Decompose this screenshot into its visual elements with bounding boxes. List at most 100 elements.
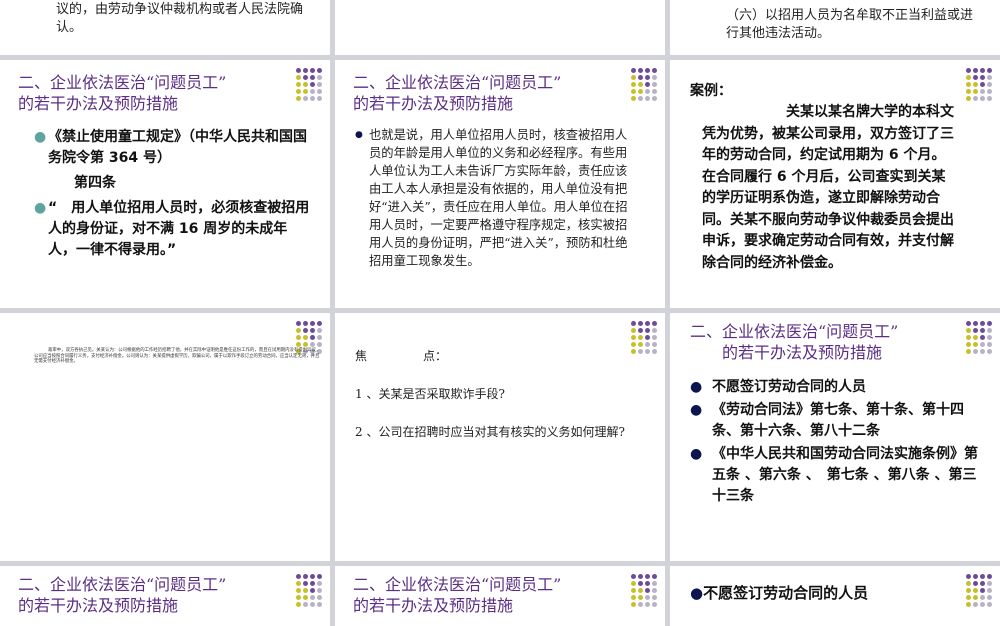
dot bbox=[310, 602, 315, 607]
dot bbox=[973, 75, 978, 80]
dot bbox=[980, 68, 985, 73]
dot bbox=[296, 574, 301, 579]
dot bbox=[310, 595, 315, 600]
dot bbox=[317, 82, 322, 87]
dot bbox=[310, 96, 315, 101]
dot-grid-icon bbox=[631, 68, 661, 101]
dot bbox=[303, 335, 308, 340]
slide-title: 二、企业依法医治“问题员工” 的若干办法及预防措施 bbox=[690, 322, 899, 362]
dot bbox=[652, 321, 657, 326]
dot bbox=[980, 602, 985, 607]
dot bbox=[317, 75, 322, 80]
dot bbox=[631, 349, 636, 354]
dot-grid-icon bbox=[966, 321, 996, 354]
dot bbox=[631, 574, 636, 579]
dot bbox=[652, 349, 657, 354]
list-item: ●不愿签订劳动合同的人员 bbox=[690, 377, 982, 398]
dot bbox=[987, 595, 992, 600]
dot bbox=[645, 588, 650, 593]
dot bbox=[317, 574, 322, 579]
dot bbox=[303, 96, 308, 101]
dot bbox=[303, 574, 308, 579]
slide-top-right: （六）以招用人员为名牟取不正当利益或进行其他违法活动。 bbox=[670, 0, 1000, 55]
dot bbox=[310, 75, 315, 80]
dot bbox=[652, 595, 657, 600]
round-bullet-icon: ● bbox=[690, 379, 703, 395]
slide-case: 案例： 关某以某名牌大学的本科文凭为优势，被某公司录用，双方签订了三年的劳动合同… bbox=[670, 60, 1000, 308]
list-item: 第四条 bbox=[74, 175, 116, 191]
dot bbox=[966, 588, 971, 593]
slide-bottom-left: 二、企业依法医治“问题员工” 的若干办法及预防措施 bbox=[0, 566, 330, 626]
dot bbox=[980, 595, 985, 600]
focus-label: 焦点： bbox=[355, 349, 448, 363]
dot bbox=[645, 574, 650, 579]
bullet-list: ● 《禁止使用童工规定》（中华人民共和国国务院令第 364 号） 第四条 ● “ 用… bbox=[34, 127, 314, 261]
dot bbox=[973, 581, 978, 586]
dot bbox=[296, 335, 301, 340]
dot bbox=[980, 89, 985, 94]
dot bbox=[966, 68, 971, 73]
dot bbox=[645, 328, 650, 333]
dot-grid-icon bbox=[631, 321, 661, 354]
dot bbox=[296, 328, 301, 333]
slide-top-middle bbox=[335, 0, 665, 55]
dot bbox=[638, 602, 643, 607]
dot bbox=[966, 349, 971, 354]
dot bbox=[296, 82, 301, 87]
dot bbox=[317, 342, 322, 347]
dot bbox=[310, 588, 315, 593]
dot bbox=[638, 321, 643, 326]
dot bbox=[987, 328, 992, 333]
dot bbox=[317, 602, 322, 607]
dot bbox=[966, 75, 971, 80]
dot bbox=[310, 335, 315, 340]
dot bbox=[987, 588, 992, 593]
dot bbox=[987, 96, 992, 101]
slide-title: 二、企业依法医治“问题员工” 的若干办法及预防措施 bbox=[18, 575, 227, 615]
round-bullet-icon: ● bbox=[34, 129, 47, 145]
list-item: ● 《禁止使用童工规定》（中华人民共和国国务院令第 364 号） bbox=[34, 129, 307, 166]
dot-grid-icon bbox=[966, 68, 996, 101]
dot bbox=[296, 75, 301, 80]
dot bbox=[652, 335, 657, 340]
dot bbox=[303, 602, 308, 607]
dot bbox=[631, 602, 636, 607]
slide-dispute-detail: 裁审中，双方各执己见。关某认为：公司根据他的工作经历招聘了他，并在实际中证明他是… bbox=[0, 313, 330, 561]
dot bbox=[645, 82, 650, 87]
dot bbox=[317, 581, 322, 586]
dot bbox=[303, 82, 308, 87]
dot bbox=[631, 335, 636, 340]
dot-grid-icon bbox=[966, 574, 996, 607]
dot bbox=[310, 328, 315, 333]
dot bbox=[638, 75, 643, 80]
dot bbox=[987, 89, 992, 94]
dot bbox=[303, 342, 308, 347]
dot bbox=[310, 342, 315, 347]
dot bbox=[987, 342, 992, 347]
dot bbox=[973, 595, 978, 600]
question-2: 2 、公司在招聘时应当对其有核实的义务如何理解? bbox=[355, 425, 625, 439]
dot bbox=[966, 96, 971, 101]
dot bbox=[980, 328, 985, 333]
dot bbox=[973, 588, 978, 593]
dot bbox=[973, 349, 978, 354]
dot bbox=[317, 96, 322, 101]
dot bbox=[645, 335, 650, 340]
dot bbox=[296, 89, 301, 94]
slide-bottom-right: ●不愿签订劳动合同的人员 bbox=[670, 566, 1000, 626]
dot bbox=[317, 68, 322, 73]
dot bbox=[966, 321, 971, 326]
dot bbox=[980, 335, 985, 340]
dot bbox=[980, 581, 985, 586]
list-item: ● 《中华人民共和国劳动合同法实施条例》第五条 、第六条 、 第七条 、第八条 、… bbox=[690, 446, 978, 504]
dot bbox=[652, 96, 657, 101]
dot bbox=[980, 96, 985, 101]
slide-bottom-middle: 二、企业依法医治“问题员工” 的若干办法及预防措施 bbox=[335, 566, 665, 626]
slide-title: 二、企业依法医治“问题员工” 的若干办法及预防措施 bbox=[353, 575, 562, 615]
dot bbox=[631, 89, 636, 94]
dot bbox=[317, 588, 322, 593]
dot bbox=[652, 89, 657, 94]
dot bbox=[296, 581, 301, 586]
dot bbox=[638, 68, 643, 73]
dot-grid-icon bbox=[631, 574, 661, 607]
